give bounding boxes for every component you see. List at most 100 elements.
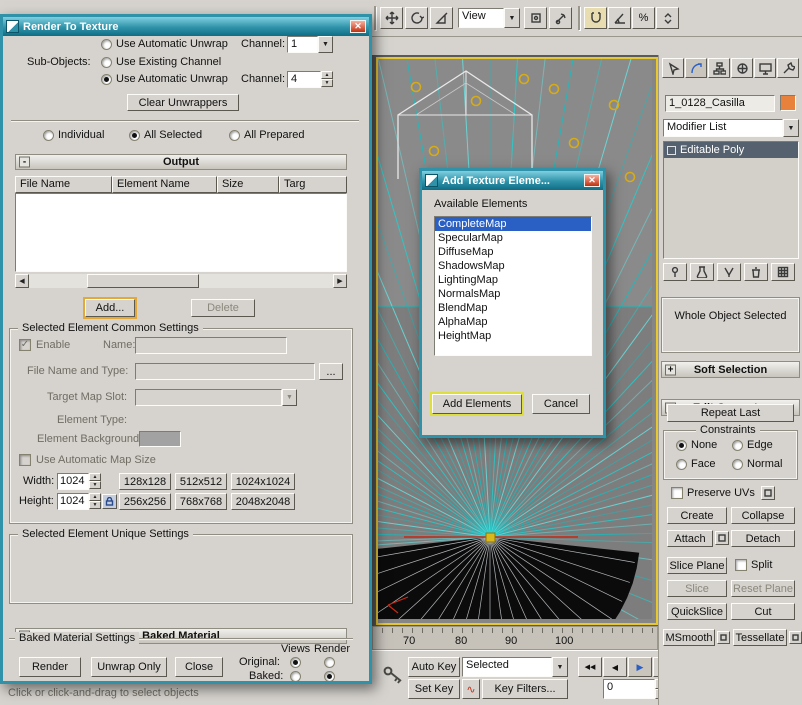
channel-2-value[interactable]: 4 [287, 71, 321, 88]
spinner-down-icon[interactable]: ▼ [89, 501, 101, 509]
delete-button[interactable]: Delete [191, 299, 255, 317]
angle-snap-icon[interactable] [608, 7, 631, 29]
create-button[interactable]: Create [667, 507, 727, 524]
chevron-down-icon[interactable]: ▼ [504, 8, 520, 28]
tessellate-settings-icon[interactable] [789, 631, 802, 644]
msmooth-settings-icon[interactable] [717, 631, 730, 644]
new-keys-default-icon[interactable]: ∿ [462, 679, 480, 699]
object-color-swatch[interactable] [780, 95, 796, 111]
target-slot-dropdown[interactable]: ▼ [135, 389, 297, 406]
collapse-button[interactable]: Collapse [731, 507, 795, 524]
object-name-field[interactable]: 1_0128_Casilla [665, 95, 775, 112]
reference-coordinate-dropdown[interactable]: View ▼ [458, 8, 520, 28]
soft-selection-rollup[interactable]: + Soft Selection [661, 361, 800, 378]
tab-create-icon[interactable] [662, 58, 684, 78]
tab-hierarchy-icon[interactable] [708, 58, 730, 78]
list-item[interactable]: ShadowsMap [435, 259, 591, 273]
split-checkbox[interactable] [735, 559, 747, 571]
modifier-list-dropdown[interactable]: Modifier List ▼ [663, 119, 799, 137]
repeat-last-button[interactable]: Repeat Last [667, 404, 794, 422]
width-value[interactable]: 1024 [57, 473, 89, 490]
snap-toggle-3d-icon[interactable] [584, 7, 607, 29]
list-item[interactable]: CompleteMap [435, 217, 591, 231]
enable-checkbox[interactable]: ✓ [19, 339, 31, 351]
constraint-face-radio[interactable] [676, 459, 687, 470]
auto-key-button[interactable]: Auto Key [408, 657, 460, 677]
close-icon[interactable]: ✕ [350, 20, 366, 33]
select-and-scale-icon[interactable] [430, 7, 453, 29]
previous-frame-button[interactable]: ◀ [603, 657, 627, 677]
size-768-button[interactable]: 768x768 [175, 493, 227, 510]
auto-map-size-checkbox[interactable] [19, 454, 31, 466]
height-value[interactable]: 1024 [57, 493, 89, 510]
rtt-titlebar[interactable]: Render To Texture ✕ [3, 17, 369, 36]
go-to-start-button[interactable]: ◀◀ [578, 657, 602, 677]
add-elements-button[interactable]: Add Elements [432, 394, 522, 414]
pin-stack-icon[interactable] [663, 263, 687, 281]
preserve-uvs-settings-icon[interactable] [761, 486, 775, 500]
show-end-result-icon[interactable] [690, 263, 714, 281]
cut-button[interactable]: Cut [731, 603, 795, 620]
set-key-button[interactable]: Set Key [408, 679, 460, 699]
use-auto-unwrap-radio[interactable] [101, 74, 112, 85]
selection-set-dropdown[interactable]: Selected ▼ [462, 657, 568, 677]
available-elements-listbox[interactable]: CompleteMap SpecularMap DiffuseMap Shado… [434, 216, 592, 356]
original-views-radio[interactable] [290, 657, 301, 668]
file-type-field[interactable] [135, 363, 315, 380]
size-512-button[interactable]: 512x512 [175, 473, 227, 490]
individual-radio[interactable] [43, 130, 54, 141]
column-element-name[interactable]: Element Name [112, 176, 217, 193]
output-hscrollbar[interactable]: ◀ ▶ [15, 274, 347, 288]
original-render-radio[interactable] [324, 657, 335, 668]
cancel-button[interactable]: Cancel [532, 394, 590, 414]
list-item[interactable]: LightingMap [435, 273, 591, 287]
lock-aspect-icon[interactable] [102, 494, 117, 509]
name-field[interactable] [135, 337, 287, 354]
column-file-name[interactable]: File Name [15, 176, 112, 193]
height-spinner[interactable]: 1024 ▲ ▼ [57, 493, 101, 510]
use-pivot-point-icon[interactable] [524, 7, 547, 29]
close-button[interactable]: Close [175, 657, 223, 677]
column-target[interactable]: Targ [279, 176, 347, 193]
output-table-body[interactable] [15, 193, 347, 272]
size-256-button[interactable]: 256x256 [119, 493, 171, 510]
all-selected-radio[interactable] [129, 130, 140, 141]
all-prepared-radio[interactable] [229, 130, 240, 141]
render-button[interactable]: Render [19, 657, 81, 677]
chevron-down-icon[interactable]: ▼ [783, 119, 799, 137]
size-128-button[interactable]: 128x128 [119, 473, 171, 490]
quickslice-button[interactable]: QuickSlice [667, 603, 727, 620]
slice-plane-button[interactable]: Slice Plane [667, 557, 727, 574]
list-item[interactable]: HeightMap [435, 329, 591, 343]
chevron-down-icon[interactable]: ▼ [552, 657, 568, 677]
use-auto-unwrap-top-radio[interactable] [101, 39, 112, 50]
scroll-right-icon[interactable]: ▶ [333, 274, 347, 288]
remove-modifier-icon[interactable] [744, 263, 768, 281]
column-size[interactable]: Size [217, 176, 279, 193]
clear-unwrappers-button[interactable]: Clear Unwrappers [127, 94, 239, 111]
set-key-mode-icon[interactable] [382, 663, 404, 685]
scroll-left-icon[interactable]: ◀ [15, 274, 29, 288]
current-frame-value[interactable]: 0 [603, 679, 655, 699]
channel-1-dropdown[interactable]: 1 ▼ [287, 36, 333, 53]
select-and-move-icon[interactable] [380, 7, 403, 29]
browse-button[interactable]: ... [319, 363, 343, 380]
spinner-down-icon[interactable]: ▼ [89, 481, 101, 489]
output-table[interactable]: File Name Element Name Size Targ [15, 176, 347, 272]
size-2048-button[interactable]: 2048x2048 [231, 493, 295, 510]
stack-item-editable-poly[interactable]: Editable Poly [664, 142, 798, 158]
size-1024-button[interactable]: 1024x1024 [231, 473, 295, 490]
constraint-none-radio[interactable] [676, 440, 687, 451]
make-unique-icon[interactable] [717, 263, 741, 281]
select-and-manipulate-icon[interactable] [549, 7, 572, 29]
reset-plane-button[interactable]: Reset Plane [731, 580, 795, 597]
constraint-edge-radio[interactable] [732, 440, 743, 451]
baked-render-radio[interactable] [324, 671, 335, 681]
expand-icon[interactable]: + [665, 364, 676, 375]
list-item[interactable]: SpecularMap [435, 231, 591, 245]
spinner-down-icon[interactable]: ▼ [321, 79, 333, 87]
tab-utilities-icon[interactable] [777, 58, 799, 78]
detach-button[interactable]: Detach [731, 530, 795, 547]
list-item[interactable]: AlphaMap [435, 315, 591, 329]
channel-2-spinner[interactable]: 4 ▲ ▼ [287, 71, 333, 88]
